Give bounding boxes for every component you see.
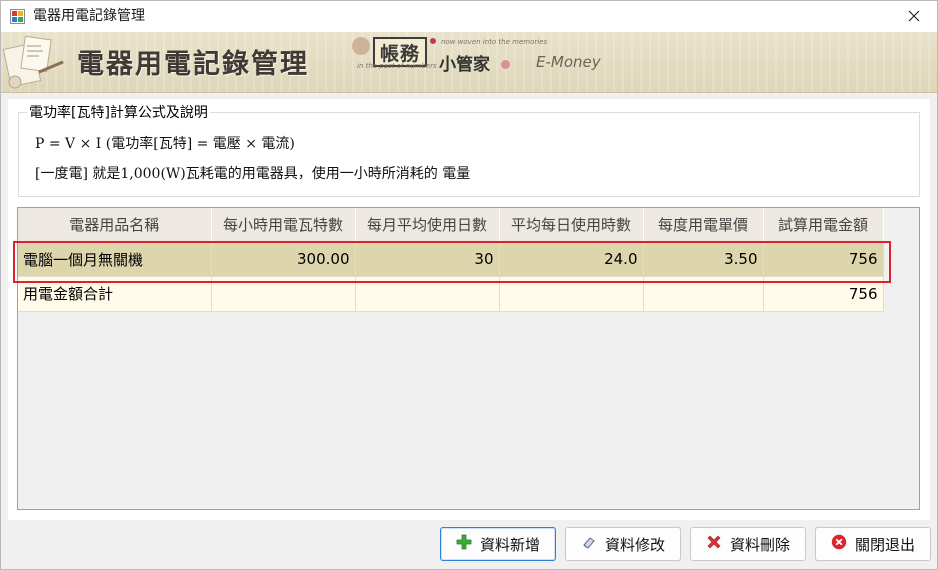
column-header[interactable]: 每月平均使用日數 bbox=[355, 208, 500, 243]
logo-tagline-top: now woven into the memories bbox=[441, 38, 548, 46]
close-exit-label: 關閉退出 bbox=[854, 535, 915, 554]
column-header[interactable]: 電器用品名稱 bbox=[18, 208, 212, 243]
table-header-row: 電器用品名稱 每小時用電瓦特數 每月平均使用日數 平均每日使用時數 每度用電單價… bbox=[18, 208, 884, 243]
formula-legend: 電功率[瓦特]計算公式及說明 bbox=[27, 104, 210, 122]
table-cell[interactable]: 用電金額合計 bbox=[18, 276, 212, 312]
logo-decoration bbox=[352, 37, 370, 55]
app-window: 電器用電記錄管理 電器用電記錄管理 帳務 now woven into the … bbox=[0, 0, 938, 570]
logo-dot bbox=[430, 38, 436, 44]
close-circle-icon bbox=[831, 534, 847, 554]
close-icon bbox=[908, 7, 920, 26]
table-cell[interactable] bbox=[355, 276, 500, 312]
close-exit-button[interactable]: 關閉退出 bbox=[815, 527, 931, 561]
column-header[interactable]: 平均每日使用時數 bbox=[499, 208, 644, 243]
table-cell[interactable]: 300.00 bbox=[211, 242, 356, 277]
logo-heart bbox=[501, 60, 510, 69]
x-mark-icon bbox=[706, 534, 722, 554]
column-header[interactable]: 每小時用電瓦特數 bbox=[211, 208, 356, 243]
table-cell[interactable] bbox=[643, 276, 764, 312]
formula-line-2: [一度電] 就是1,000(W)瓦耗電的用電器具，使用一小時所消耗的 電量 bbox=[35, 166, 471, 182]
add-record-label: 資料新增 bbox=[479, 535, 540, 554]
window-title: 電器用電記錄管理 bbox=[33, 8, 145, 24]
data-grid[interactable]: 電器用品名稱 每小時用電瓦特數 每月平均使用日數 平均每日使用時數 每度用電單價… bbox=[17, 207, 920, 510]
logo-brand: E-Money bbox=[536, 53, 601, 71]
table-cell[interactable] bbox=[499, 276, 644, 312]
formula-line-1: P = V × I (電功率[瓦特] = 電壓 × 電流) bbox=[35, 136, 295, 152]
window-close-button[interactable] bbox=[891, 1, 937, 32]
data-table: 電器用品名稱 每小時用電瓦特數 每月平均使用日數 平均每日使用時數 每度用電單價… bbox=[18, 208, 884, 312]
formula-group: 電功率[瓦特]計算公式及說明 P = V × I (電功率[瓦特] = 電壓 ×… bbox=[18, 104, 920, 197]
table-cell[interactable]: 電腦一個月無關機 bbox=[18, 242, 212, 277]
title-bar: 電器用電記錄管理 bbox=[1, 1, 937, 32]
delete-record-label: 資料刪除 bbox=[729, 535, 790, 554]
app-icon bbox=[10, 9, 25, 24]
stationery-icon bbox=[2, 35, 64, 89]
delete-record-button[interactable]: 資料刪除 bbox=[690, 527, 806, 561]
column-header[interactable]: 試算用電金額 bbox=[763, 208, 884, 243]
logo-sub: 小管家 bbox=[439, 55, 490, 75]
table-cell[interactable]: 3.50 bbox=[643, 242, 764, 277]
logo-tagline-bottom: in the past of numbers bbox=[357, 62, 437, 70]
column-header[interactable]: 每度用電單價 bbox=[643, 208, 764, 243]
add-record-button[interactable]: 資料新增 bbox=[440, 527, 556, 561]
table-cell[interactable] bbox=[211, 276, 356, 312]
total-row[interactable]: 用電金額合計 756 bbox=[18, 276, 884, 312]
table-cell[interactable]: 30 bbox=[355, 242, 500, 277]
edit-record-button[interactable]: 資料修改 bbox=[565, 527, 681, 561]
table-cell[interactable]: 24.0 bbox=[499, 242, 644, 277]
table-row[interactable]: 電腦一個月無關機 300.00 30 24.0 3.50 756 bbox=[18, 242, 884, 277]
table-cell[interactable]: 756 bbox=[763, 242, 884, 277]
edit-record-label: 資料修改 bbox=[604, 535, 665, 554]
banner-title: 電器用電記錄管理 bbox=[77, 49, 309, 80]
header-banner: 電器用電記錄管理 帳務 now woven into the memories … bbox=[1, 32, 937, 93]
plus-icon bbox=[456, 534, 472, 554]
content-panel: 電功率[瓦特]計算公式及說明 P = V × I (電功率[瓦特] = 電壓 ×… bbox=[8, 99, 930, 520]
eraser-icon bbox=[581, 534, 597, 554]
table-cell[interactable]: 756 bbox=[763, 276, 884, 312]
